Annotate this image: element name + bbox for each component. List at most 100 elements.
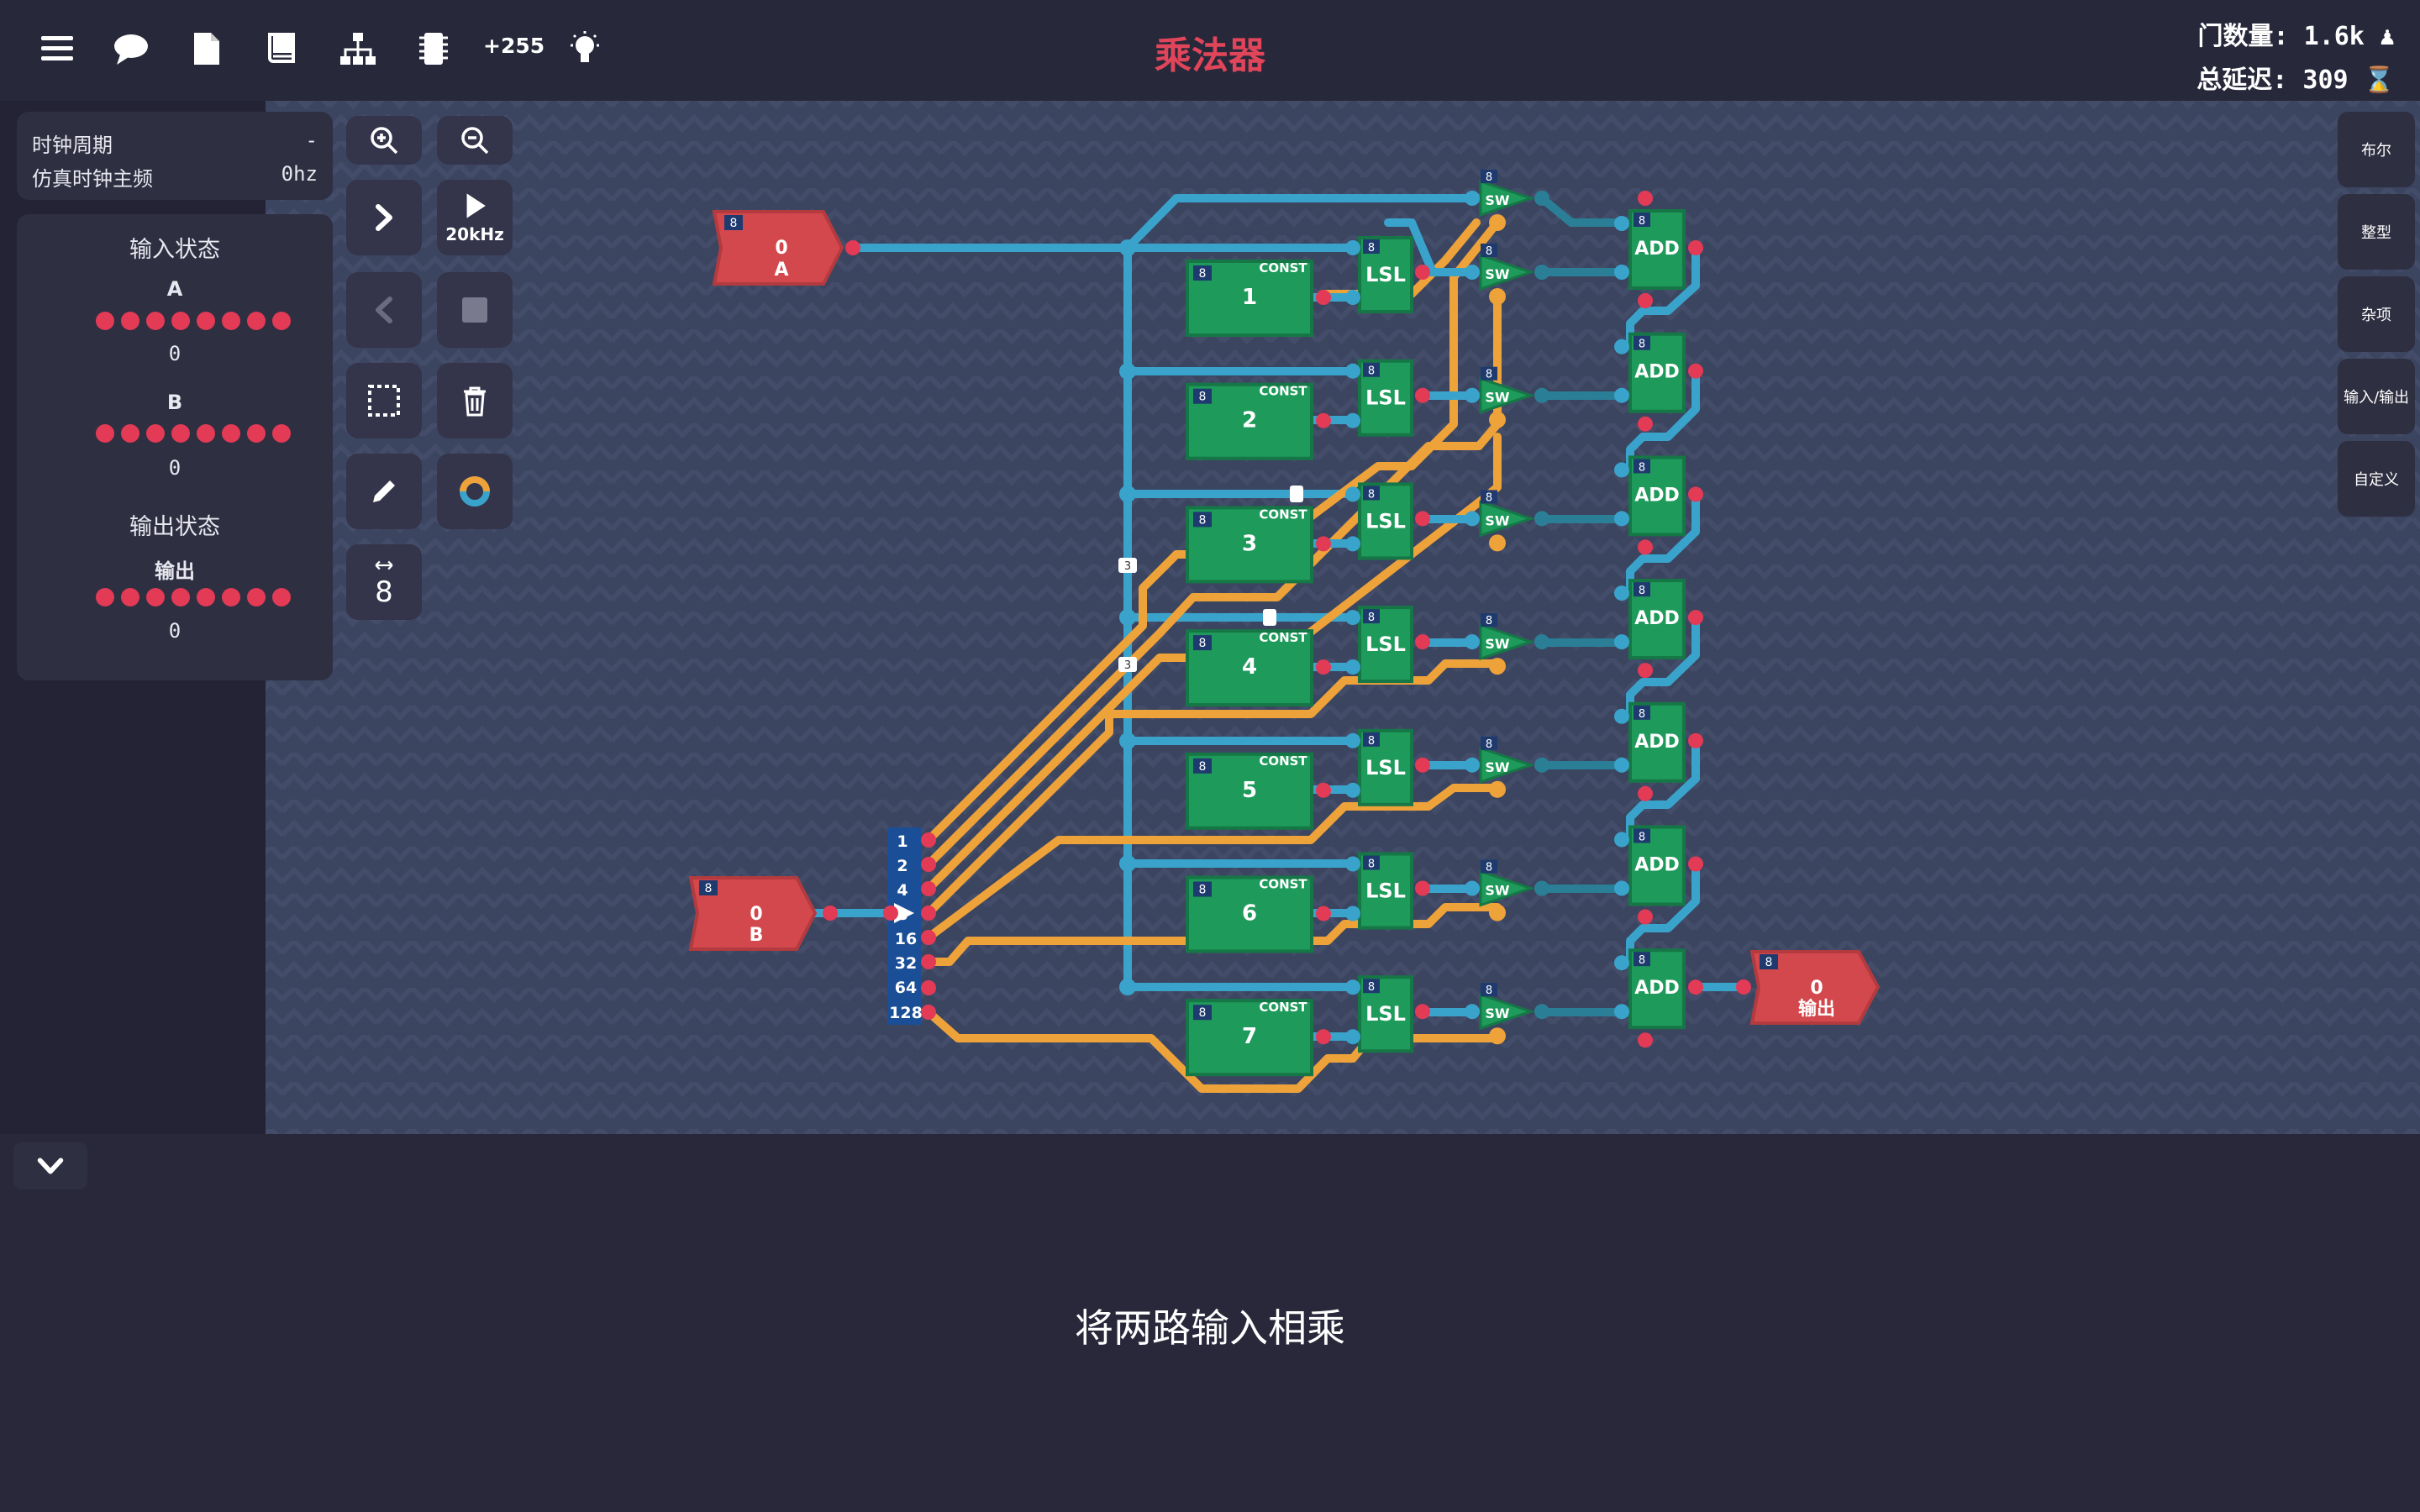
svg-text:1: 1 [1242, 285, 1257, 310]
delete-button[interactable] [437, 363, 513, 438]
level-description: 将两路输入相乘 [1075, 1305, 1345, 1351]
color-tool-button[interactable] [437, 454, 513, 529]
svg-text:LSL: LSL [1365, 1002, 1406, 1026]
svg-text:8: 8 [897, 906, 908, 924]
tab-custom[interactable]: 自定义 [2338, 441, 2415, 517]
chevron-right-icon [376, 204, 392, 231]
input-a-bits [96, 312, 291, 330]
pencil-tool-button[interactable] [346, 454, 422, 529]
top-bar: +255 乘法器 门数量: 1.6k ♟ 总延迟: 309 ⌛ [0, 0, 2420, 102]
sim-freq-label: 仿真时钟主频 [32, 167, 153, 191]
svg-text:32: 32 [895, 954, 917, 973]
const-block[interactable]: 8 CONST4 [1186, 629, 1331, 707]
svg-text:SW: SW [1485, 192, 1510, 208]
svg-text:8: 8 [1486, 738, 1492, 751]
svg-text:SW: SW [1485, 636, 1510, 652]
svg-text:8: 8 [1199, 391, 1207, 404]
output-state-title: 输出状态 [129, 514, 220, 540]
svg-text:SW: SW [1485, 1005, 1510, 1021]
tab-bool[interactable]: 布尔 [2338, 112, 2415, 187]
svg-text:8: 8 [705, 882, 713, 895]
collapse-button[interactable] [13, 1142, 87, 1189]
bit-width-button[interactable]: 8 [346, 544, 422, 620]
clock-panel: 时钟周期 - 仿真时钟主频 0hz [17, 112, 333, 200]
svg-text:LSL: LSL [1365, 263, 1406, 286]
stop-button[interactable] [437, 272, 513, 348]
svg-text:CONST: CONST [1259, 507, 1307, 522]
zoom-out-button[interactable] [437, 116, 513, 165]
const-block[interactable]: 8 CONST6 [1186, 875, 1331, 953]
const-block[interactable]: 8 CONST5 [1186, 752, 1331, 830]
input-b-bits [96, 424, 291, 443]
output-value: 0 [168, 619, 182, 643]
svg-text:8: 8 [730, 217, 738, 230]
svg-text:8: 8 [1199, 267, 1207, 281]
play-button[interactable]: 20kHz [437, 180, 513, 255]
svg-text:ADD: ADD [1634, 978, 1680, 999]
zoom-in-button[interactable] [346, 116, 422, 165]
input-b-label: B [166, 391, 183, 414]
svg-text:SW: SW [1485, 759, 1510, 775]
step-forward-button[interactable] [346, 180, 422, 255]
svg-text:SW: SW [1485, 390, 1510, 406]
width-arrows-icon [375, 560, 393, 570]
svg-text:4: 4 [1242, 654, 1257, 680]
svg-text:输出: 输出 [1798, 998, 1835, 1020]
svg-text:0: 0 [750, 904, 762, 925]
svg-text:8: 8 [1639, 832, 1645, 844]
svg-text:8: 8 [1368, 858, 1375, 871]
svg-text:CONST: CONST [1259, 1000, 1307, 1015]
input-state-title: 输入状态 [129, 237, 220, 263]
tab-io[interactable]: 输入/输出 [2338, 359, 2415, 434]
stop-icon [462, 297, 487, 323]
const-block[interactable]: 8 CONST3 [1186, 506, 1331, 584]
svg-text:SW: SW [1485, 266, 1510, 282]
svg-text:CONST: CONST [1259, 260, 1307, 276]
svg-text:8: 8 [1199, 1006, 1207, 1020]
const-block[interactable]: 8 CONST7 [1186, 999, 1331, 1077]
wire-label: 3 [1124, 560, 1131, 573]
svg-text:8: 8 [1639, 708, 1645, 721]
svg-text:1: 1 [897, 832, 908, 851]
svg-text:LSL: LSL [1365, 879, 1406, 903]
svg-text:8: 8 [1639, 339, 1645, 351]
tab-misc[interactable]: 杂项 [2338, 276, 2415, 352]
svg-text:CONST: CONST [1259, 753, 1307, 769]
svg-text:8: 8 [1486, 245, 1492, 258]
output-label: 输出 [155, 559, 195, 583]
svg-text:64: 64 [895, 979, 917, 997]
const-block[interactable]: 8 CONST2 [1186, 382, 1331, 460]
svg-text:B: B [750, 925, 764, 946]
svg-text:ADD: ADD [1634, 855, 1680, 876]
bit-width-value: 8 [375, 575, 393, 609]
svg-text:8: 8 [1368, 242, 1375, 255]
chevron-left-icon [376, 297, 392, 323]
svg-text:8: 8 [1199, 513, 1207, 527]
svg-text:CONST: CONST [1259, 877, 1307, 892]
svg-text:8: 8 [1639, 585, 1645, 597]
svg-text:8: 8 [1486, 171, 1492, 184]
clock-period-label: 时钟周期 [32, 134, 113, 157]
clock-period-value: - [305, 129, 318, 152]
svg-text:8: 8 [1639, 954, 1645, 967]
svg-text:LSL: LSL [1365, 633, 1406, 656]
select-tool-button[interactable] [346, 363, 422, 438]
svg-text:0: 0 [1810, 978, 1823, 999]
svg-text:8: 8 [1486, 491, 1492, 504]
step-back-button[interactable] [346, 272, 422, 348]
svg-text:ADD: ADD [1634, 608, 1680, 629]
svg-text:CONST: CONST [1259, 630, 1307, 645]
svg-text:8: 8 [1639, 461, 1645, 474]
svg-text:ADD: ADD [1634, 485, 1680, 506]
output-pin[interactable]: 8 0 输出 [1736, 950, 1881, 1025]
svg-text:8: 8 [1199, 884, 1207, 897]
svg-text:3: 3 [1242, 531, 1257, 556]
tab-integer[interactable]: 整型 [2338, 194, 2415, 270]
output-bits [96, 588, 291, 606]
circuit-canvas[interactable]: 3 3 8 0 A 8 0 B 1 2 4 8 16 32 64 128 8 C… [266, 101, 2420, 1134]
svg-text:8: 8 [1199, 637, 1207, 650]
level-title: 乘法器 [1155, 34, 1265, 77]
svg-text:8: 8 [1368, 612, 1375, 624]
const-block[interactable]: 8 CONST1 [1186, 260, 1331, 337]
svg-text:8: 8 [1486, 862, 1492, 874]
